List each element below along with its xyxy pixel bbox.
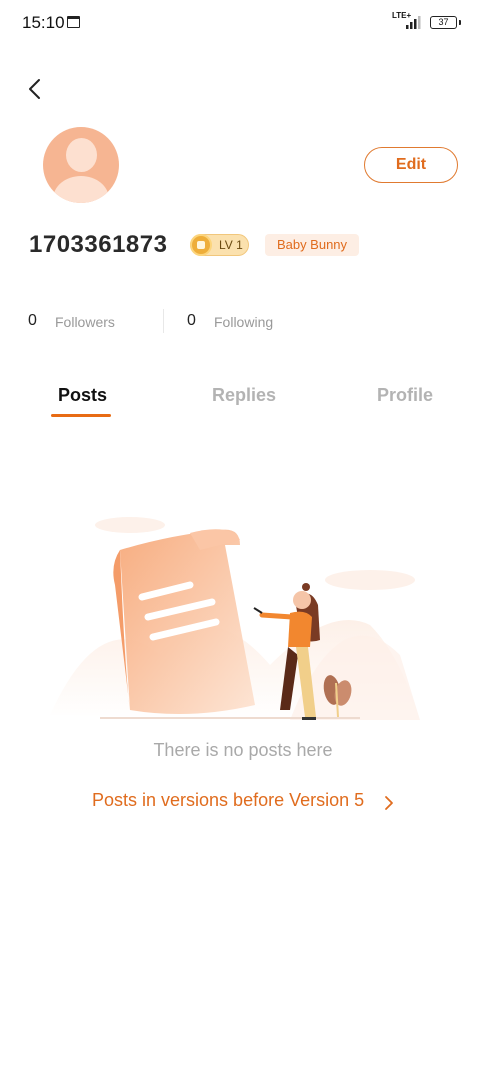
following-label: Following xyxy=(214,314,274,330)
followers-label: Followers xyxy=(55,314,115,330)
user-id: 1703361873 xyxy=(29,231,168,258)
followers-stat[interactable]: 0 Followers xyxy=(28,312,115,332)
old-posts-link[interactable]: Posts in versions before Version 5 xyxy=(92,790,364,811)
title-badge[interactable]: Baby Bunny xyxy=(265,234,359,256)
avatar-body-shape xyxy=(53,176,109,203)
level-label: LV 1 xyxy=(219,238,243,252)
tab-replies[interactable]: Replies xyxy=(212,385,276,406)
level-icon xyxy=(190,234,212,256)
tab-profile[interactable]: Profile xyxy=(377,385,433,406)
following-count: 0 xyxy=(187,312,196,329)
status-bar: 15:10 LTE+ 37 xyxy=(0,0,486,46)
edit-button[interactable]: Edit xyxy=(364,147,458,183)
stat-divider xyxy=(163,309,164,333)
tab-indicator xyxy=(51,414,111,417)
tab-posts[interactable]: Posts xyxy=(58,385,107,406)
default-avatar-icon xyxy=(66,138,97,172)
battery-level: 37 xyxy=(438,17,449,27)
back-button[interactable] xyxy=(22,76,48,102)
calendar-icon xyxy=(67,16,80,28)
following-stat[interactable]: 0 Following xyxy=(187,312,273,332)
battery-icon: 37 xyxy=(430,16,461,29)
signal-icon xyxy=(406,16,421,29)
chevron-left-icon xyxy=(29,79,40,99)
empty-state-illustration xyxy=(50,517,420,720)
scroll-icon xyxy=(113,529,255,714)
avatar[interactable] xyxy=(43,127,119,203)
empty-state-message: There is no posts here xyxy=(153,740,333,760)
status-time: 15:10 xyxy=(22,13,65,32)
level-badge[interactable]: LV 1 xyxy=(190,234,249,256)
chevron-right-icon[interactable] xyxy=(384,795,394,811)
followers-count: 0 xyxy=(28,312,37,329)
